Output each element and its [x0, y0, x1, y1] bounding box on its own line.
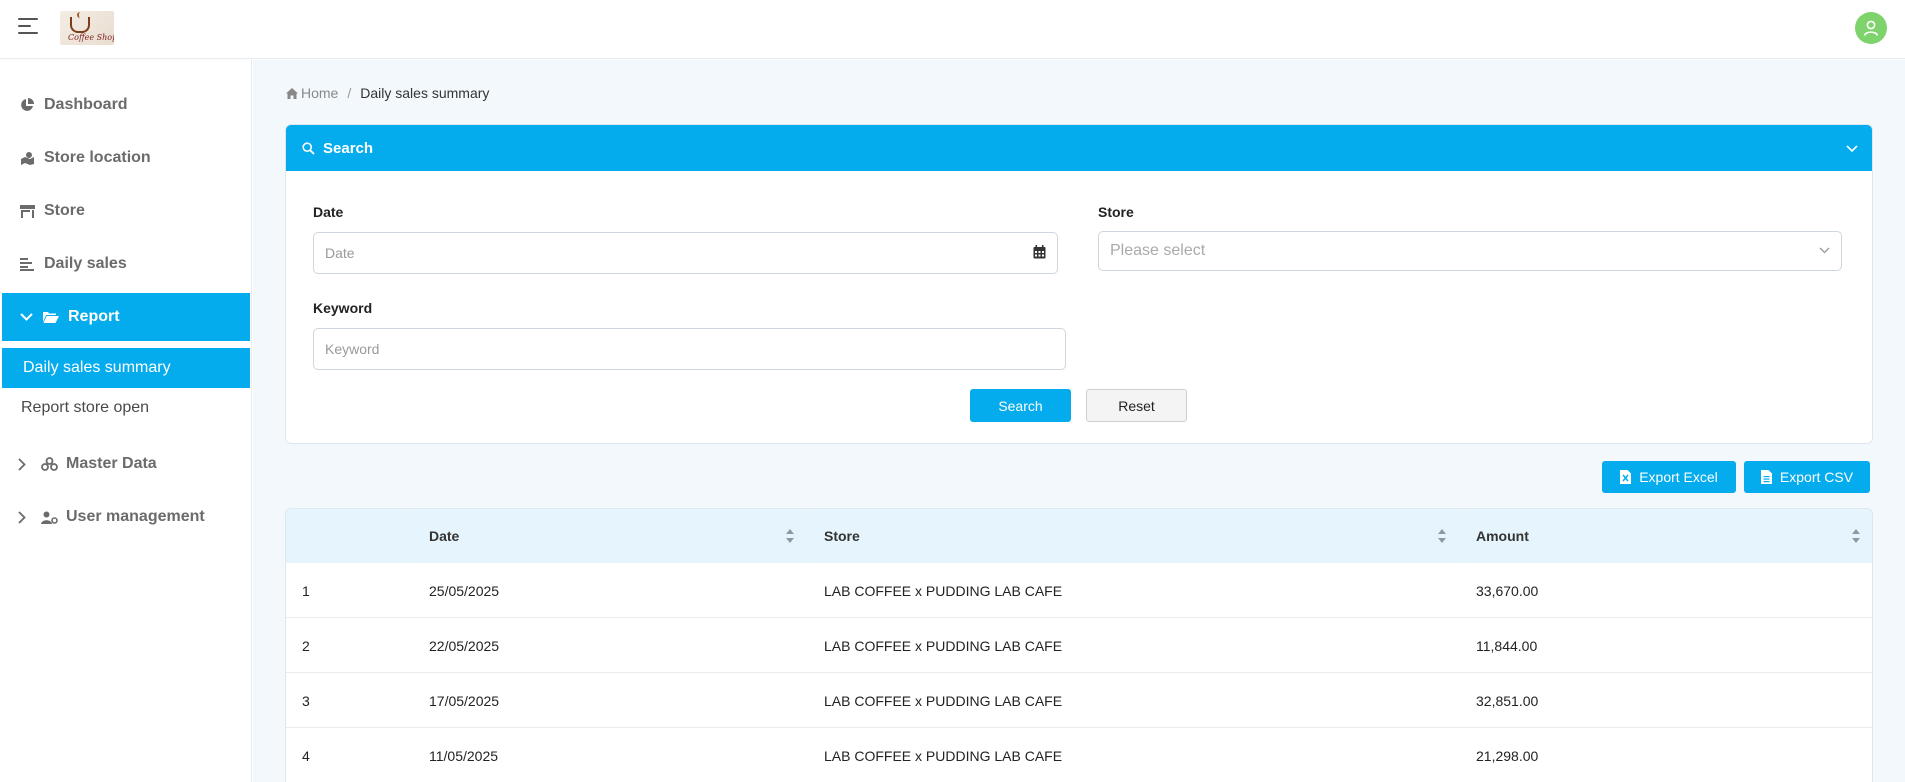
- table-row[interactable]: 1 25/05/2025 LAB COFFEE x PUDDING LAB CA…: [286, 563, 1872, 618]
- export-csv-button[interactable]: Export CSV: [1744, 461, 1870, 493]
- search-icon: [302, 141, 315, 155]
- breadcrumb: Home / Daily sales summary: [286, 85, 489, 101]
- column-header-index: [286, 509, 413, 563]
- table-row[interactable]: 4 11/05/2025 LAB COFFEE x PUDDING LAB CA…: [286, 728, 1872, 782]
- chevron-right-icon: [18, 457, 32, 471]
- breadcrumb-home[interactable]: Home: [286, 85, 338, 101]
- sidebar-item-label: Master Data: [66, 455, 157, 472]
- cell-index: 2: [302, 637, 310, 654]
- cell-index: 3: [302, 692, 310, 709]
- column-header-label: Date: [429, 528, 460, 544]
- sidebar-item-label: User management: [66, 508, 205, 525]
- keyword-label: Keyword: [313, 300, 373, 316]
- export-excel-label: Export Excel: [1639, 469, 1718, 485]
- sidebar-item-store-location[interactable]: Store location: [0, 135, 248, 181]
- main-content: Home / Daily sales summary Search Date D…: [253, 60, 1905, 782]
- sidebar-subitem-report-store-open[interactable]: Report store open: [0, 388, 248, 428]
- sidebar-item-label: Report: [68, 308, 120, 325]
- folder-open-icon: [40, 311, 62, 323]
- search-button[interactable]: Search: [970, 389, 1071, 422]
- date-field[interactable]: Date: [313, 232, 1058, 274]
- map-icon: [16, 151, 38, 165]
- user-icon: [1863, 20, 1879, 36]
- sidebar-item-label: Dashboard: [44, 96, 128, 113]
- user-gear-icon: [38, 511, 60, 524]
- column-header-date[interactable]: Date: [413, 509, 808, 563]
- chevron-down-icon: [1846, 140, 1858, 157]
- column-header-amount[interactable]: Amount: [1460, 509, 1872, 563]
- store-select[interactable]: Please select: [1098, 231, 1842, 271]
- search-panel-title: Search: [323, 139, 374, 157]
- column-header-label: Amount: [1476, 528, 1529, 544]
- cell-amount: 11,844.00: [1476, 637, 1538, 654]
- cell-amount: 32,851.00: [1476, 692, 1539, 709]
- sales-summary-table: Date Store Amount 1 25/05/2025 LAB COFFE…: [285, 508, 1873, 782]
- cell-amount: 33,670.00: [1476, 582, 1539, 599]
- cell-index: 4: [302, 747, 310, 764]
- sidebar-item-dashboard[interactable]: Dashboard: [0, 82, 248, 128]
- search-panel: Search Date Date Store Please select Key…: [285, 124, 1873, 444]
- list-icon: [16, 257, 38, 271]
- cell-store: LAB COFFEE x PUDDING LAB CAFE: [824, 692, 1063, 709]
- reset-button[interactable]: Reset: [1086, 389, 1187, 422]
- sidebar-item-store[interactable]: Store: [0, 188, 248, 234]
- sidebar-subitem-label: Daily sales summary: [23, 359, 171, 376]
- cell-date: 22/05/2025: [429, 637, 500, 654]
- home-icon: [286, 87, 298, 99]
- cell-store: LAB COFFEE x PUDDING LAB CAFE: [824, 637, 1063, 654]
- cell-store: LAB COFFEE x PUDDING LAB CAFE: [824, 582, 1063, 599]
- cell-amount: 21,298.00: [1476, 747, 1539, 764]
- chevron-down-icon: [20, 313, 34, 321]
- breadcrumb-separator: /: [347, 85, 352, 101]
- export-excel-button[interactable]: Export Excel: [1602, 461, 1736, 493]
- cell-date: 17/05/2025: [429, 692, 500, 709]
- sort-icon[interactable]: [1438, 529, 1446, 543]
- date-label: Date: [313, 204, 344, 220]
- date-placeholder: Date: [325, 245, 355, 261]
- store-placeholder: Please select: [1110, 242, 1206, 259]
- cubes-icon: [38, 457, 60, 471]
- cell-index: 1: [302, 582, 310, 599]
- cell-date: 11/05/2025: [429, 747, 499, 764]
- excel-file-icon: [1620, 470, 1632, 484]
- sidebar-item-label: Store: [44, 202, 85, 219]
- sidebar-item-user-management[interactable]: User management: [0, 494, 248, 540]
- sidebar-item-label: Daily sales: [44, 255, 127, 272]
- table-header: Date Store Amount: [286, 509, 1872, 563]
- cell-store: LAB COFFEE x PUDDING LAB CAFE: [824, 747, 1063, 764]
- chevron-right-icon: [18, 510, 32, 524]
- search-panel-header[interactable]: Search: [286, 125, 1872, 171]
- sidebar: Dashboard Store location Store Daily sal…: [0, 60, 252, 782]
- calendar-icon[interactable]: [1033, 245, 1046, 259]
- sort-icon[interactable]: [786, 529, 794, 543]
- store-label: Store: [1098, 204, 1134, 220]
- cell-date: 25/05/2025: [429, 582, 500, 599]
- store-icon: [16, 204, 38, 218]
- keyword-input[interactable]: Keyword: [313, 328, 1066, 370]
- sidebar-item-master-data[interactable]: Master Data: [0, 441, 248, 487]
- export-csv-label: Export CSV: [1779, 469, 1854, 485]
- csv-file-icon: [1760, 470, 1772, 484]
- top-bar: Coffee Shop: [0, 0, 1905, 59]
- menu-toggle-icon[interactable]: [18, 18, 40, 36]
- sidebar-item-daily-sales[interactable]: Daily sales: [0, 241, 248, 287]
- column-header-label: Store: [824, 528, 860, 544]
- chevron-down-icon: [1819, 247, 1830, 254]
- table-row[interactable]: 3 17/05/2025 LAB COFFEE x PUDDING LAB CA…: [286, 673, 1872, 728]
- column-header-store[interactable]: Store: [808, 509, 1460, 563]
- sidebar-subitem-daily-sales-summary[interactable]: Daily sales summary: [2, 348, 250, 388]
- sidebar-item-label: Store location: [44, 149, 151, 166]
- sidebar-subitem-label: Report store open: [21, 399, 150, 416]
- app-logo[interactable]: Coffee Shop: [60, 11, 114, 45]
- table-row[interactable]: 2 22/05/2025 LAB COFFEE x PUDDING LAB CA…: [286, 618, 1872, 673]
- user-avatar[interactable]: [1855, 12, 1887, 44]
- sidebar-item-report[interactable]: Report: [2, 293, 250, 341]
- sort-icon[interactable]: [1852, 529, 1860, 543]
- keyword-placeholder: Keyword: [325, 341, 380, 357]
- breadcrumb-home-label: Home: [301, 85, 339, 101]
- breadcrumb-current: Daily sales summary: [360, 85, 490, 101]
- pie-chart-icon: [16, 98, 38, 112]
